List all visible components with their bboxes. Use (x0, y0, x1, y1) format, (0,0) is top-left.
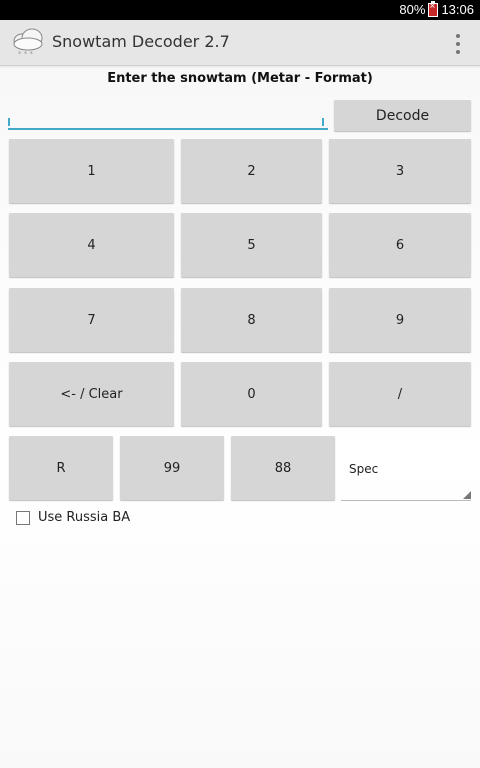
input-underline-left (8, 118, 10, 126)
key-slash[interactable]: / (329, 362, 471, 426)
spec-dropdown-value: Spec (349, 462, 379, 476)
key-6[interactable]: 6 (329, 213, 471, 277)
spec-dropdown[interactable]: Spec (341, 436, 471, 501)
prompt-label: Enter the snowtam (Metar - Format) (107, 71, 373, 86)
key-5[interactable]: 5 (181, 213, 322, 277)
key-88[interactable]: 88 (231, 436, 335, 500)
clock: 13:06 (441, 2, 474, 17)
snow-cloud-icon: * * * (13, 28, 43, 58)
status-right: 80% 13:06 (399, 0, 474, 17)
key-0[interactable]: 0 (181, 362, 322, 426)
battery-percent: 80% (399, 2, 426, 17)
action-bar: * * * Snowtam Decoder 2.7 (0, 20, 480, 66)
snowtam-input[interactable] (8, 99, 328, 130)
key-4[interactable]: 4 (9, 213, 174, 277)
overflow-menu-icon[interactable] (454, 34, 462, 54)
checkbox-icon[interactable] (16, 510, 30, 525)
key-9[interactable]: 9 (329, 288, 471, 352)
russia-ba-label: Use Russia BA (38, 510, 131, 525)
key-99[interactable]: 99 (120, 436, 224, 500)
decode-button[interactable]: Decode (334, 100, 471, 131)
key-7[interactable]: 7 (9, 288, 174, 352)
input-underline-right (322, 118, 324, 126)
key-3[interactable]: 3 (329, 139, 471, 203)
svg-text:* * *: * * * (18, 50, 33, 58)
key-2[interactable]: 2 (181, 139, 322, 203)
russia-ba-option[interactable]: Use Russia BA (16, 510, 130, 525)
key-8[interactable]: 8 (181, 288, 322, 352)
key-1[interactable]: 1 (9, 139, 174, 203)
battery-icon (428, 0, 439, 17)
app-title: Snowtam Decoder 2.7 (52, 32, 230, 51)
clear-button[interactable]: <- / Clear (9, 362, 174, 426)
status-bar: 80% 13:06 (0, 0, 480, 20)
key-r[interactable]: R (9, 436, 113, 500)
dropdown-triangle-icon (463, 491, 471, 499)
